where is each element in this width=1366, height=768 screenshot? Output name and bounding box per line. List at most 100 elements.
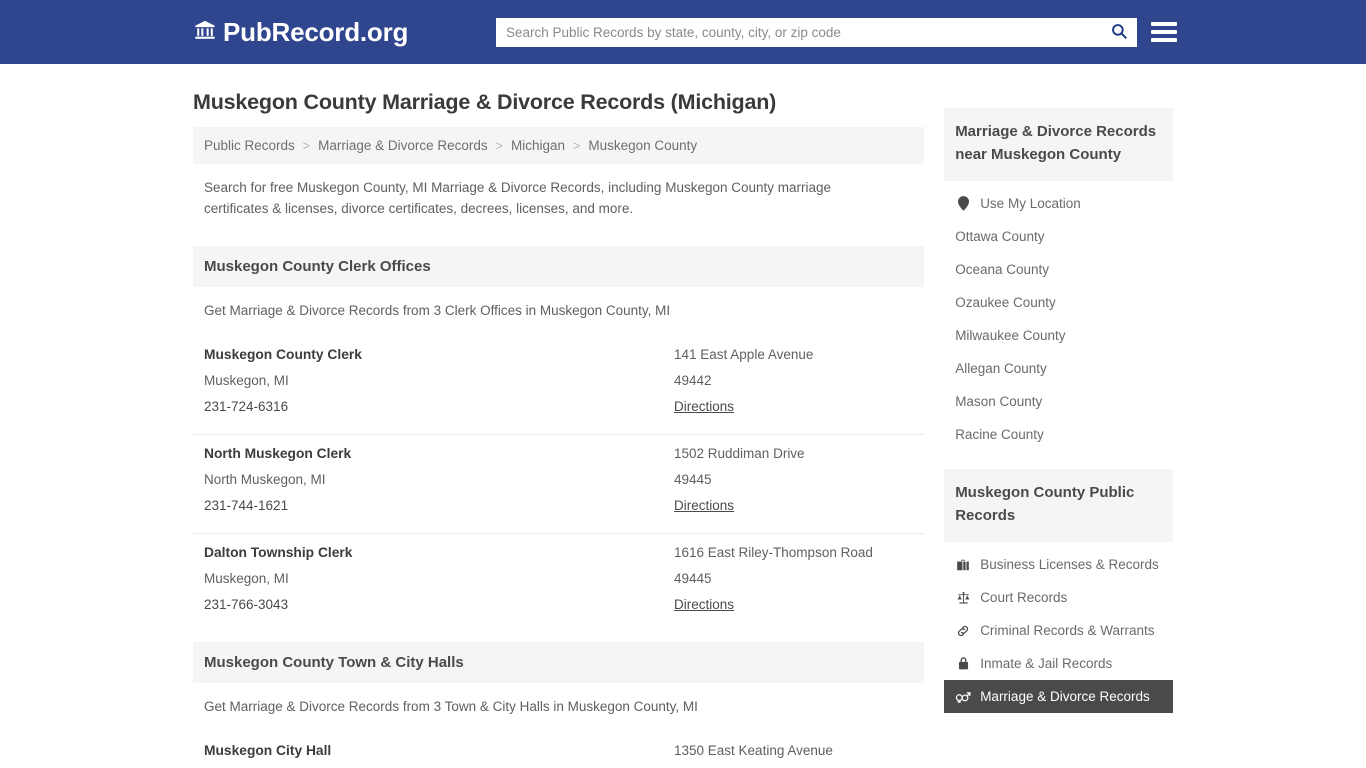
bank-institution-icon bbox=[194, 19, 216, 46]
entry-address: 1616 East Riley-Thompson Road bbox=[674, 544, 873, 560]
table-row: North Muskegon Clerk North Muskegon, MI … bbox=[193, 435, 925, 534]
entry-zip: 49445 bbox=[674, 471, 712, 487]
breadcrumb-item-public-records[interactable]: Public Records bbox=[204, 138, 295, 153]
breadcrumb-item-marriage-divorce-records[interactable]: Marriage & Divorce Records bbox=[318, 138, 488, 153]
briefcase-icon bbox=[955, 558, 971, 572]
chain-link-icon bbox=[955, 624, 971, 638]
sidebar: Marriage & Divorce Records near Muskegon… bbox=[944, 90, 1173, 768]
section-subtitle: Get Marriage & Divorce Records from 3 Cl… bbox=[204, 302, 671, 318]
gender-symbols-icon bbox=[955, 690, 971, 703]
page-body: Muskegon County Marriage & Divorce Recor… bbox=[0, 64, 1366, 768]
menu-bar-2 bbox=[1151, 30, 1177, 34]
entry-zip: 49442 bbox=[674, 764, 913, 768]
sidebar-item-inmate-jail-records[interactable]: Inmate & Jail Records bbox=[944, 647, 1173, 680]
entry-phone: 231-724-6316 bbox=[204, 398, 289, 414]
entry-zip: 49442 bbox=[674, 372, 712, 388]
site-header: PubRecord.org bbox=[0, 0, 1366, 64]
entry-right-column: 141 East Apple Avenue 49442 Directions bbox=[674, 342, 913, 420]
table-row: Muskegon County Clerk Muskegon, MI 231-7… bbox=[193, 336, 925, 435]
breadcrumb-separator: > bbox=[573, 138, 581, 153]
search-input[interactable] bbox=[496, 18, 1101, 47]
sidebar-item-court-records[interactable]: Court Records bbox=[944, 581, 1173, 614]
entry-address: 1502 Ruddiman Drive bbox=[674, 445, 805, 461]
entry-city-state: Muskegon, MI bbox=[204, 372, 289, 388]
entry-left-column: Muskegon City Hall Muskegon, MI 231-724-… bbox=[204, 738, 674, 768]
page-intro-text: Search for free Muskegon County, MI Marr… bbox=[204, 180, 832, 216]
sidebar-nearby-list: Use My Location Ottawa County Oceana Cou… bbox=[944, 181, 1173, 451]
menu-bar-1 bbox=[1151, 22, 1177, 26]
main-content: Muskegon County Marriage & Divorce Recor… bbox=[193, 90, 925, 768]
search-icon bbox=[1110, 22, 1128, 43]
sidebar-item-milwaukee-county[interactable]: Milwaukee County bbox=[944, 319, 1173, 352]
sidebar-item-label: Business Licenses & Records bbox=[980, 557, 1159, 572]
table-row: Dalton Township Clerk Muskegon, MI 231-7… bbox=[193, 534, 924, 632]
sidebar-item-label: Court Records bbox=[980, 590, 1068, 605]
sidebar-item-label: Marriage & Divorce Records bbox=[980, 689, 1150, 704]
sidebar-item-label: Use My Location bbox=[980, 196, 1081, 211]
entry-right-column: 1350 East Keating Avenue 49442 Direction… bbox=[674, 738, 913, 768]
menu-bar-3 bbox=[1151, 38, 1177, 42]
sidebar-item-label: Criminal Records & Warrants bbox=[980, 623, 1155, 638]
entry-left-column: North Muskegon Clerk North Muskegon, MI … bbox=[204, 441, 674, 519]
sidebar-item-criminal-records[interactable]: Criminal Records & Warrants bbox=[944, 614, 1173, 647]
hamburger-menu-icon[interactable] bbox=[1151, 19, 1177, 45]
entry-name[interactable]: Muskegon City Hall bbox=[204, 743, 331, 758]
breadcrumb-separator: > bbox=[302, 138, 311, 153]
entry-address: 141 East Apple Avenue bbox=[674, 346, 814, 362]
sidebar-item-label: Allegan County bbox=[955, 361, 1047, 376]
entry-zip: 49445 bbox=[674, 570, 712, 586]
scales-of-justice-icon bbox=[955, 591, 971, 605]
sidebar-item-label: Inmate & Jail Records bbox=[980, 656, 1113, 671]
sidebar-item-marriage-divorce-records[interactable]: Marriage & Divorce Records bbox=[944, 680, 1173, 713]
directions-link[interactable]: Directions bbox=[674, 399, 734, 414]
entry-phone: 231-766-3043 bbox=[204, 596, 289, 612]
sidebar-heading-public-records: Muskegon County Public Records bbox=[944, 469, 1173, 542]
entry-address: 1350 East Keating Avenue bbox=[674, 742, 833, 758]
entry-city-state: Muskegon, MI bbox=[204, 764, 674, 768]
directions-link[interactable]: Directions bbox=[674, 597, 734, 612]
section-heading: Muskegon County Clerk Offices bbox=[193, 245, 925, 287]
breadcrumb-item-muskegon-county[interactable]: Muskegon County bbox=[588, 138, 697, 153]
sidebar-item-label: Oceana County bbox=[955, 262, 1049, 277]
sidebar-item-oceana-county[interactable]: Oceana County bbox=[944, 253, 1173, 286]
sidebar-heading-nearby: Marriage & Divorce Records near Muskegon… bbox=[944, 108, 1173, 181]
sidebar-item-business-licenses[interactable]: Business Licenses & Records bbox=[944, 548, 1173, 581]
sidebar-item-racine-county[interactable]: Racine County bbox=[944, 418, 1173, 451]
page-title: Muskegon County Marriage & Divorce Recor… bbox=[193, 90, 777, 114]
sidebar-item-use-my-location[interactable]: Use My Location bbox=[944, 187, 1173, 220]
breadcrumb: Public Records > Marriage & Divorce Reco… bbox=[193, 127, 925, 164]
map-pin-icon bbox=[955, 196, 971, 211]
sidebar-item-label: Ottawa County bbox=[955, 229, 1045, 244]
sidebar-item-ottawa-county[interactable]: Ottawa County bbox=[944, 220, 1173, 253]
search-bar bbox=[496, 18, 1137, 47]
site-logo[interactable]: PubRecord.org bbox=[194, 19, 408, 46]
entry-city-state: North Muskegon, MI bbox=[204, 471, 326, 487]
sidebar-item-allegan-county[interactable]: Allegan County bbox=[944, 352, 1173, 385]
entry-right-column: 1616 East Riley-Thompson Road 49445 Dire… bbox=[674, 540, 913, 618]
breadcrumb-separator: > bbox=[495, 138, 503, 153]
search-button[interactable] bbox=[1101, 18, 1137, 47]
section-heading: Muskegon County Town & City Halls bbox=[193, 641, 925, 683]
lock-icon bbox=[955, 656, 971, 671]
directions-link[interactable]: Directions bbox=[674, 498, 734, 513]
entry-city-state: Muskegon, MI bbox=[204, 570, 289, 586]
entry-left-column: Muskegon County Clerk Muskegon, MI 231-7… bbox=[204, 342, 674, 420]
sidebar-item-label: Ozaukee County bbox=[955, 295, 1056, 310]
brand-name: PubRecord.org bbox=[223, 17, 409, 47]
sidebar-public-records-list: Business Licenses & Records Court Record… bbox=[944, 542, 1173, 713]
entry-name[interactable]: Dalton Township Clerk bbox=[204, 545, 352, 560]
section-clerk-offices: Muskegon County Clerk Offices Get Marria… bbox=[193, 245, 925, 632]
breadcrumb-item-michigan[interactable]: Michigan bbox=[511, 138, 565, 153]
sidebar-item-label: Mason County bbox=[955, 394, 1043, 409]
table-row: Muskegon City Hall Muskegon, MI 231-724-… bbox=[193, 732, 924, 768]
entry-right-column: 1502 Ruddiman Drive 49445 Directions bbox=[674, 441, 913, 519]
section-subtitle: Get Marriage & Divorce Records from 3 To… bbox=[204, 698, 698, 714]
section-town-city-halls: Muskegon County Town & City Halls Get Ma… bbox=[193, 641, 925, 768]
entry-name[interactable]: North Muskegon Clerk bbox=[204, 446, 351, 461]
entry-name[interactable]: Muskegon County Clerk bbox=[204, 347, 362, 362]
sidebar-item-ozaukee-county[interactable]: Ozaukee County bbox=[944, 286, 1173, 319]
entry-left-column: Dalton Township Clerk Muskegon, MI 231-7… bbox=[204, 540, 674, 618]
sidebar-item-label: Milwaukee County bbox=[955, 328, 1066, 343]
entry-phone: 231-744-1621 bbox=[204, 497, 289, 513]
sidebar-item-mason-county[interactable]: Mason County bbox=[944, 385, 1173, 418]
